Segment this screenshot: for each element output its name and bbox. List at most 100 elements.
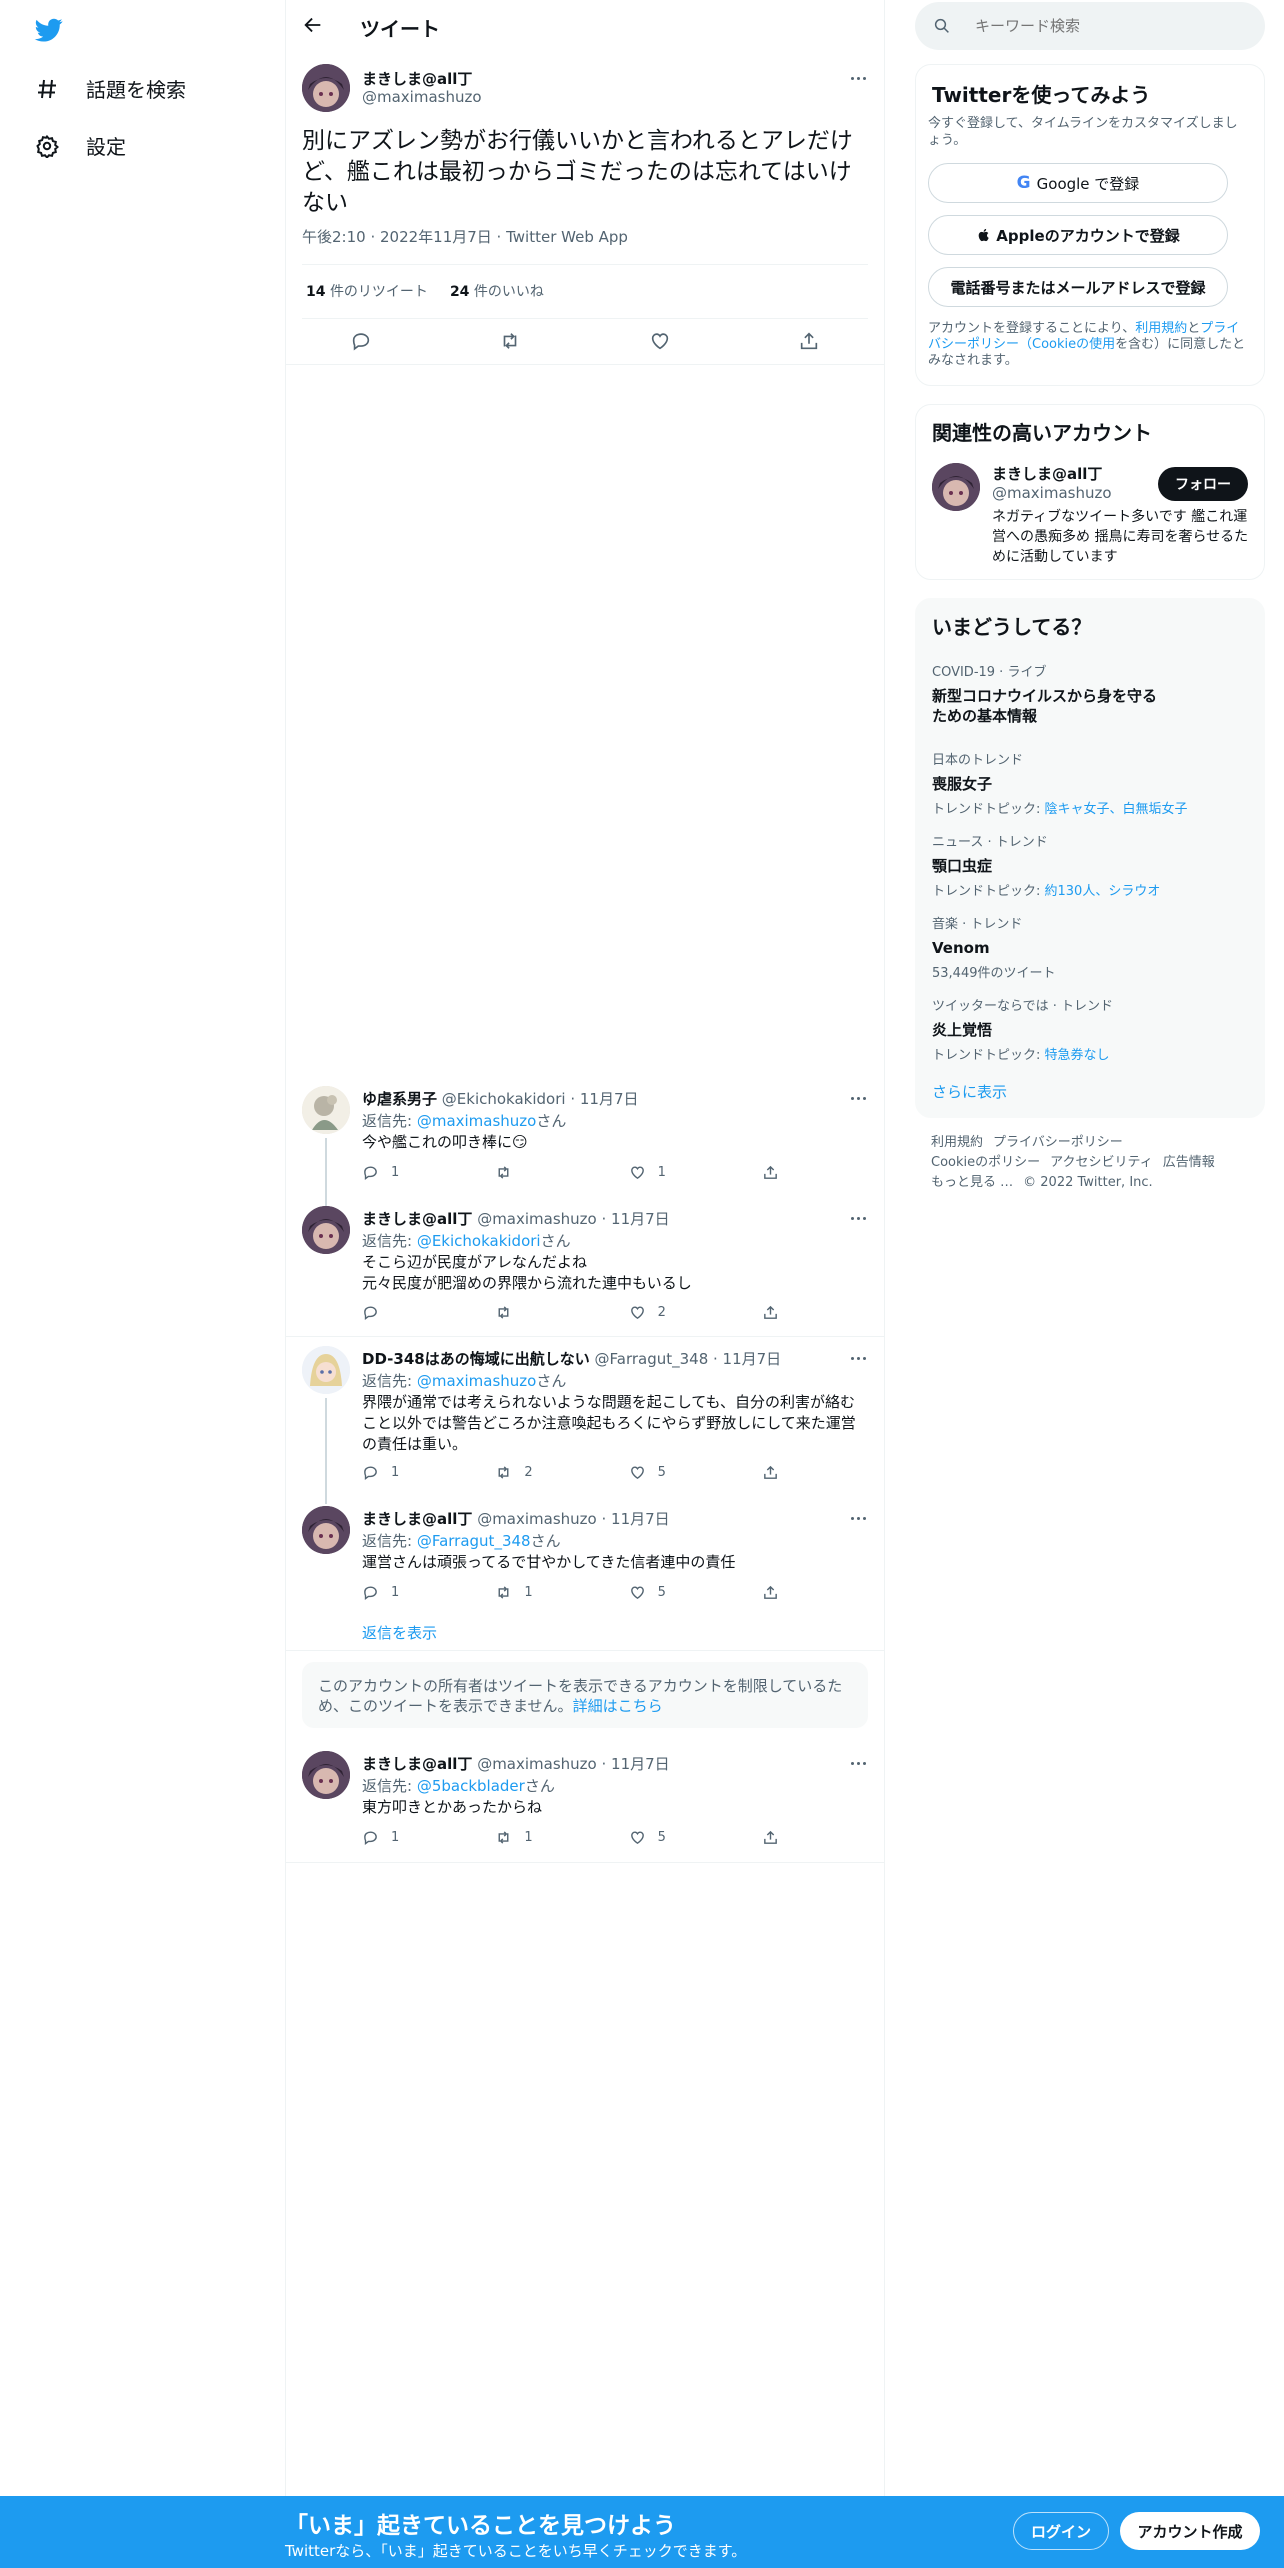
share-button[interactable] — [762, 1304, 802, 1321]
author-name[interactable]: まきしま@all丁 — [362, 68, 472, 89]
author-handle[interactable]: @maximashuzo · 11月7日 — [477, 1755, 669, 1773]
footer-link[interactable]: もっと見る … — [931, 1175, 1013, 1190]
back-arrow-icon[interactable] — [302, 14, 328, 40]
reply-tweet[interactable]: ゆ虐系男子 @Ekichokakidori · 11月7日 返信先: @maxi… — [286, 1080, 884, 1208]
author-handle[interactable]: @maximashuzo · 11月7日 — [477, 1210, 669, 1228]
avatar[interactable] — [302, 1506, 350, 1554]
share-button[interactable] — [762, 1464, 802, 1481]
like-button[interactable]: 2 — [629, 1304, 669, 1321]
search-input[interactable] — [973, 16, 1233, 36]
show-more-trends-link[interactable]: さらに表示 — [932, 1081, 1007, 1102]
nav-settings[interactable]: 設定 — [34, 131, 126, 160]
reply-tweet[interactable]: DD-348はあの悔域に出航しない @Farragut_348 · 11月7日 … — [286, 1340, 884, 1504]
avatar[interactable] — [932, 463, 980, 511]
share-button[interactable] — [762, 1584, 802, 1601]
reply-button[interactable] — [362, 1304, 402, 1321]
author-name[interactable]: ゆ虐系男子 — [362, 1090, 437, 1108]
reply-tweet[interactable]: まきしま@all丁 @maximashuzo · 11月7日 返信先: @Eki… — [286, 1200, 884, 1334]
tweet-text: 別にアズレン勢がお行儀いいかと言われるとアレだけど、艦これは最初っからゴミだった… — [302, 128, 853, 216]
author-name[interactable]: まきしま@all丁 — [362, 1755, 472, 1773]
retweet-button[interactable]: 1 — [495, 1829, 535, 1846]
trend-item[interactable]: COVID-19 · ライブ 新型コロナウイルスから身を守るための基本情報 — [932, 661, 1252, 726]
avatar[interactable] — [302, 64, 350, 112]
reply-button[interactable]: 1 — [362, 1829, 402, 1846]
search-box[interactable] — [915, 2, 1265, 50]
login-button[interactable]: ログイン — [1013, 2512, 1109, 2550]
more-options-icon[interactable] — [846, 1751, 870, 1775]
trend-item[interactable]: ツイッターならでは · トレンド 炎上覚悟 トレンドトピック: 特急券なし — [932, 995, 1252, 1063]
retweet-button[interactable] — [495, 1164, 535, 1181]
follow-button[interactable]: フォロー — [1158, 467, 1248, 501]
twitter-logo-icon[interactable] — [32, 16, 66, 44]
more-options-icon[interactable] — [846, 66, 870, 90]
gear-icon — [34, 133, 60, 159]
signup-button[interactable]: アカウント作成 — [1120, 2512, 1260, 2550]
like-icon[interactable] — [645, 326, 675, 356]
reply-to-user-link[interactable]: @maximashuzo — [417, 1112, 537, 1130]
more-options-icon[interactable] — [846, 1086, 870, 1110]
show-replies-link[interactable]: 返信を表示 — [362, 1622, 437, 1643]
footer-link[interactable]: アクセシビリティ — [1050, 1155, 1153, 1170]
avatar[interactable] — [302, 1086, 350, 1134]
author-name[interactable]: まきしま@all丁 — [362, 1210, 472, 1228]
trend-item[interactable]: ニュース · トレンド 顎口虫症 トレンドトピック: 約130人、シラウオ — [932, 831, 1252, 899]
trends-card: いまどうしてる？ COVID-19 · ライブ 新型コロナウイルスから身を守るた… — [915, 598, 1265, 1118]
avatar[interactable] — [302, 1206, 350, 1254]
tweet-timestamp[interactable]: 午後2:10 · 2022年11月7日 · Twitter Web App — [302, 226, 628, 247]
reply-button[interactable]: 1 — [362, 1464, 402, 1481]
author-handle[interactable]: @Farragut_348 · 11月7日 — [595, 1350, 782, 1368]
author-name[interactable]: まきしま@all丁 — [362, 1510, 472, 1528]
reply-tweet[interactable]: まきしま@all丁 @maximashuzo · 11月7日 返信先: @Far… — [286, 1500, 884, 1620]
phone-email-signup-button[interactable]: 電話番号またはメールアドレスで登録 — [928, 267, 1228, 307]
author-name[interactable]: DD-348はあの悔域に出航しない — [362, 1350, 590, 1368]
footer-link[interactable]: Cookieのポリシー — [931, 1155, 1040, 1170]
share-icon[interactable] — [794, 326, 824, 356]
more-options-icon[interactable] — [846, 1506, 870, 1530]
retweet-button[interactable]: 1 — [495, 1584, 535, 1601]
reply-tweet[interactable]: まきしま@all丁 @maximashuzo · 11月7日 返信先: @5ba… — [286, 1745, 884, 1865]
trend-topic-link[interactable]: 陰キャ女子、白無垢女子 — [1045, 802, 1188, 817]
restricted-learn-more-link[interactable]: 詳細はこちら — [573, 1697, 663, 1715]
reply-button[interactable]: 1 — [362, 1584, 402, 1601]
google-signup-button[interactable]: G Google で登録 — [928, 163, 1228, 203]
retweets-count-link[interactable]: 14 件のリツイート — [306, 281, 428, 301]
reply-to-user-link[interactable]: @5backblader — [417, 1777, 525, 1795]
terms-link[interactable]: 利用規約 — [1135, 321, 1187, 336]
tweet-text: 今や艦これの叩き棒に😏 — [362, 1132, 866, 1153]
avatar[interactable] — [302, 1751, 350, 1799]
footer-link[interactable]: プライバシーポリシー — [993, 1135, 1123, 1150]
reply-to-user-link[interactable]: @Farragut_348 — [417, 1532, 531, 1550]
more-options-icon[interactable] — [846, 1346, 870, 1370]
trend-title: 炎上覚悟 — [932, 1021, 993, 1039]
reply-to-user-link[interactable]: @maximashuzo — [417, 1372, 537, 1390]
likes-count-link[interactable]: 24 件のいいね — [450, 281, 544, 301]
retweet-button[interactable]: 2 — [495, 1464, 535, 1481]
like-count: 5 — [657, 1585, 666, 1600]
trend-item[interactable]: 音楽 · トレンド Venom 53,449件のツイート — [932, 913, 1252, 981]
author-handle[interactable]: @maximashuzo — [362, 88, 482, 106]
trend-topic-link[interactable]: 特急券なし — [1045, 1048, 1110, 1063]
apple-signup-button[interactable]: Appleのアカウントで登録 — [928, 215, 1228, 255]
like-button[interactable]: 1 — [629, 1164, 669, 1181]
share-button[interactable] — [762, 1829, 802, 1846]
reply-to-user-link[interactable]: @Ekichokakidori — [417, 1232, 541, 1250]
reply-button[interactable]: 1 — [362, 1164, 402, 1181]
avatar[interactable] — [302, 1346, 350, 1394]
trend-item[interactable]: 日本のトレンド 喪服女子 トレンドトピック: 陰キャ女子、白無垢女子 — [932, 749, 1252, 817]
author-handle[interactable]: @Ekichokakidori · 11月7日 — [442, 1090, 639, 1108]
account-handle[interactable]: @maximashuzo — [992, 484, 1112, 502]
footer-link[interactable]: 利用規約 — [931, 1135, 983, 1150]
trend-topic-link[interactable]: 約130人、シラウオ — [1045, 884, 1161, 899]
retweet-button[interactable] — [495, 1304, 535, 1321]
author-handle[interactable]: @maximashuzo · 11月7日 — [477, 1510, 669, 1528]
retweet-icon[interactable] — [495, 326, 525, 356]
like-button[interactable]: 5 — [629, 1584, 669, 1601]
share-button[interactable] — [762, 1164, 802, 1181]
nav-explore[interactable]: 話題を検索 — [34, 74, 186, 103]
reply-icon[interactable] — [346, 326, 376, 356]
account-name[interactable]: まきしま@all丁 — [992, 463, 1102, 484]
like-button[interactable]: 5 — [629, 1829, 669, 1846]
footer-link[interactable]: 広告情報 — [1163, 1155, 1215, 1170]
like-button[interactable]: 5 — [629, 1464, 669, 1481]
more-options-icon[interactable] — [846, 1206, 870, 1230]
